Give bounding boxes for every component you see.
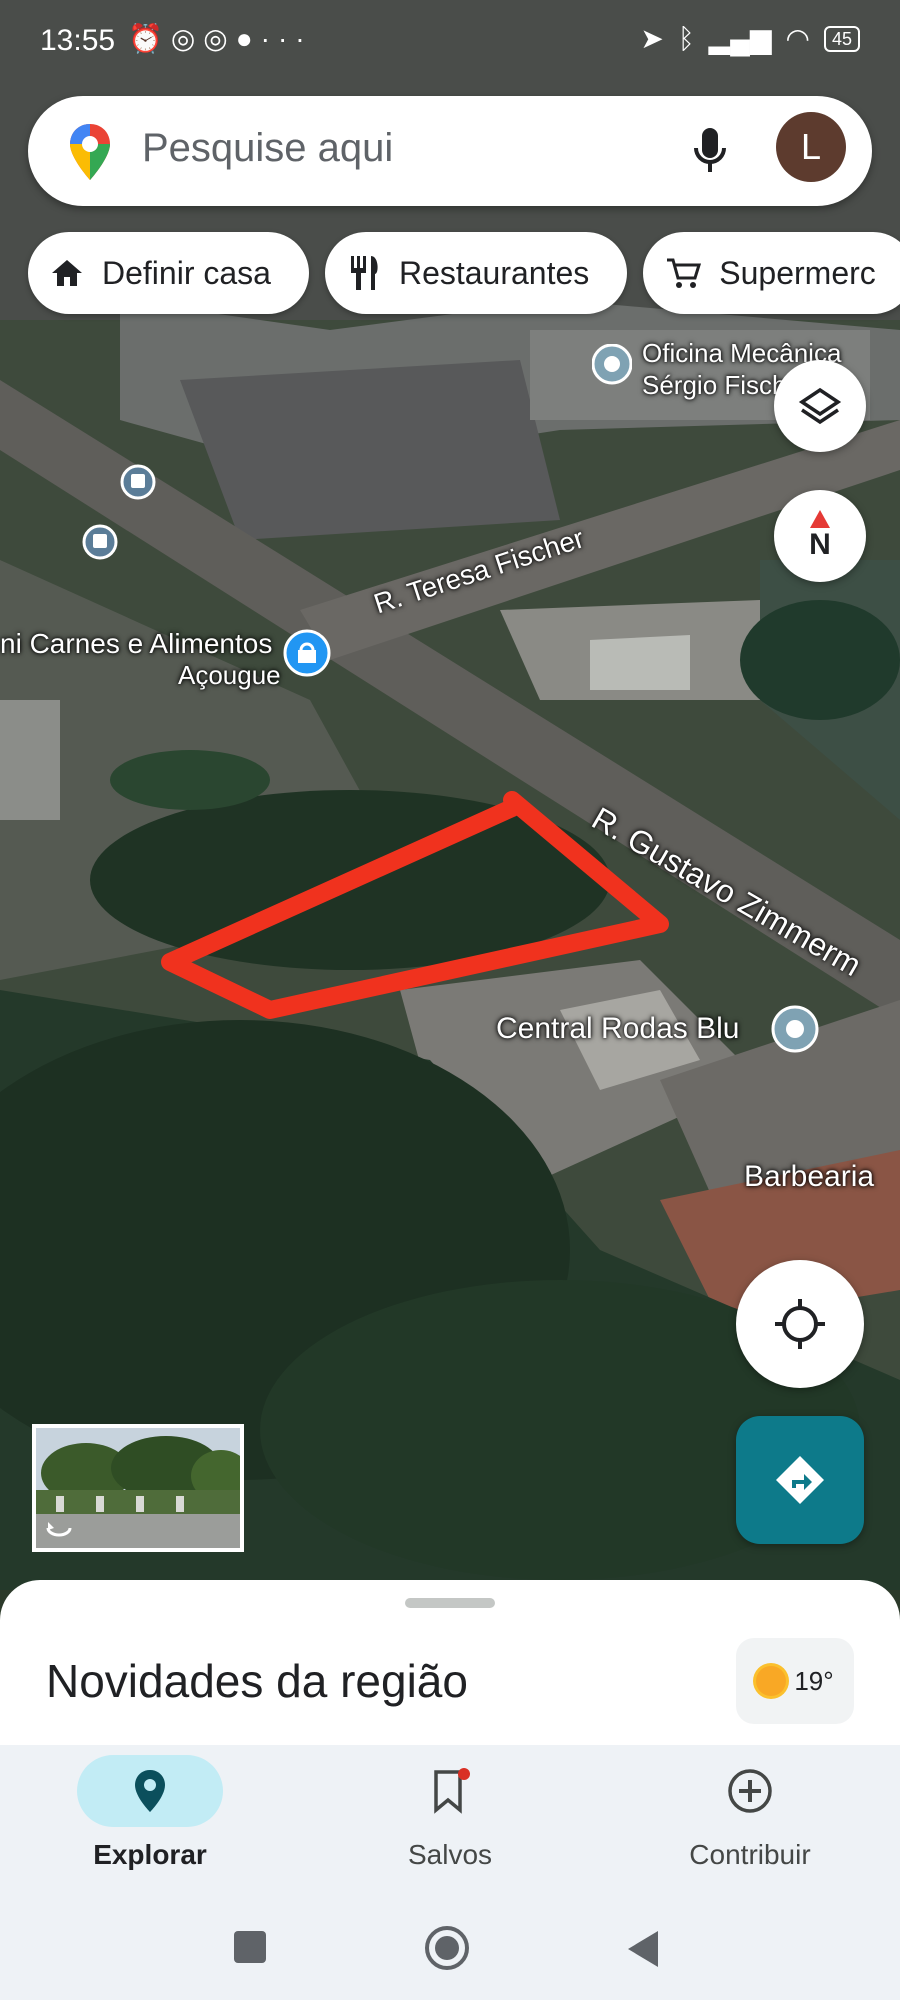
bottom-sheet[interactable]: Novidades da região 19° (0, 1580, 900, 1750)
recent-apps-icon[interactable] (234, 1931, 266, 1963)
battery-icon: 45 (823, 25, 860, 52)
cart-icon (667, 258, 702, 288)
temperature: 19° (794, 1665, 834, 1696)
location-arrow-icon: ➤ (640, 23, 664, 54)
bus-stop-icon[interactable] (82, 524, 118, 560)
chip-label: Restaurantes (398, 254, 590, 291)
nav-label: Contribuir (689, 1839, 811, 1870)
nav-label: Explorar (93, 1839, 207, 1870)
nav-salvos[interactable]: Salvos (340, 1755, 560, 1871)
my-location-button[interactable] (736, 1260, 864, 1388)
nav-explorar[interactable]: Explorar (40, 1755, 260, 1871)
place-category-acougue: Açougue (178, 660, 281, 690)
nav-pill (377, 1755, 523, 1827)
add-circle-icon (728, 1769, 772, 1813)
category-chips: Definir casa Restaurantes Supermerc (28, 232, 900, 314)
street-view-thumbnail[interactable] (32, 1424, 244, 1552)
chip-restaurantes[interactable]: Restaurantes (324, 232, 628, 314)
shopping-pin-icon[interactable] (282, 628, 332, 688)
nav-active-pill (77, 1755, 223, 1827)
directions-icon (776, 1456, 824, 1504)
place-pin-icon[interactable] (770, 1004, 820, 1064)
search-input[interactable]: Pesquise aqui (142, 126, 393, 171)
place-label-oficina-name[interactable]: Sérgio Fisch (642, 370, 787, 401)
nav-pill (677, 1755, 823, 1827)
compass-needle-icon (810, 510, 830, 528)
crosshair-icon (775, 1299, 825, 1349)
layers-icon (798, 387, 842, 425)
place-label-barbearia[interactable]: Barbearia (744, 1160, 874, 1194)
compass-button[interactable]: N (774, 490, 866, 582)
bus-stop-icon[interactable] (120, 464, 156, 500)
sun-icon (756, 1666, 787, 1696)
weather-badge[interactable]: 19° (736, 1638, 854, 1724)
sheet-drag-handle[interactable] (405, 1598, 495, 1608)
home-button-icon[interactable] (424, 1925, 470, 1971)
signal-icon: ▂▄▆ (708, 23, 772, 54)
street-view-rotate-icon (46, 1522, 72, 1537)
location-pin-icon (135, 1770, 165, 1812)
back-icon[interactable] (626, 1929, 660, 1969)
bluetooth-icon: ᛒ (677, 22, 695, 54)
chip-definir-casa[interactable]: Definir casa (28, 232, 309, 314)
chip-supermercados[interactable]: Supermerc (643, 232, 900, 314)
sheet-title: Novidades da região (46, 1655, 468, 1707)
place-label-central-rodas[interactable]: Central Rodas Blu (496, 1012, 739, 1046)
wifi-icon: ◠ (785, 23, 810, 54)
chip-label: Definir casa (102, 254, 271, 291)
place-label-carnes[interactable]: ni Carnes e Alimentos (0, 628, 272, 660)
chip-label: Supermerc (719, 254, 876, 291)
place-pin-icon[interactable] (592, 344, 632, 394)
system-icons: ➤ ᛒ ▂▄▆ ◠ 45 (640, 22, 860, 55)
directions-button[interactable] (736, 1416, 864, 1544)
microphone-icon[interactable] (688, 120, 732, 180)
avatar[interactable]: L (776, 112, 846, 182)
google-maps-logo-icon (70, 124, 110, 180)
status-bar: 13:55 ⏰◎◎●··· ➤ ᛒ ▂▄▆ ◠ 45 (0, 0, 900, 80)
notification-icons: ⏰◎◎●··· (128, 23, 313, 54)
nav-label: Salvos (407, 1839, 493, 1870)
restaurant-icon (350, 256, 378, 290)
compass-letter: N (809, 528, 831, 561)
nav-contribuir[interactable]: Contribuir (640, 1755, 860, 1871)
home-icon (52, 260, 82, 286)
clock: 13:55 (40, 24, 116, 57)
layers-button[interactable] (774, 360, 866, 452)
system-navigation-bar (0, 1905, 900, 2000)
bottom-navigation: Explorar Salvos Contribuir (0, 1745, 900, 1905)
bookmark-icon (434, 1768, 470, 1814)
search-bar[interactable]: Pesquise aqui L (28, 96, 872, 206)
